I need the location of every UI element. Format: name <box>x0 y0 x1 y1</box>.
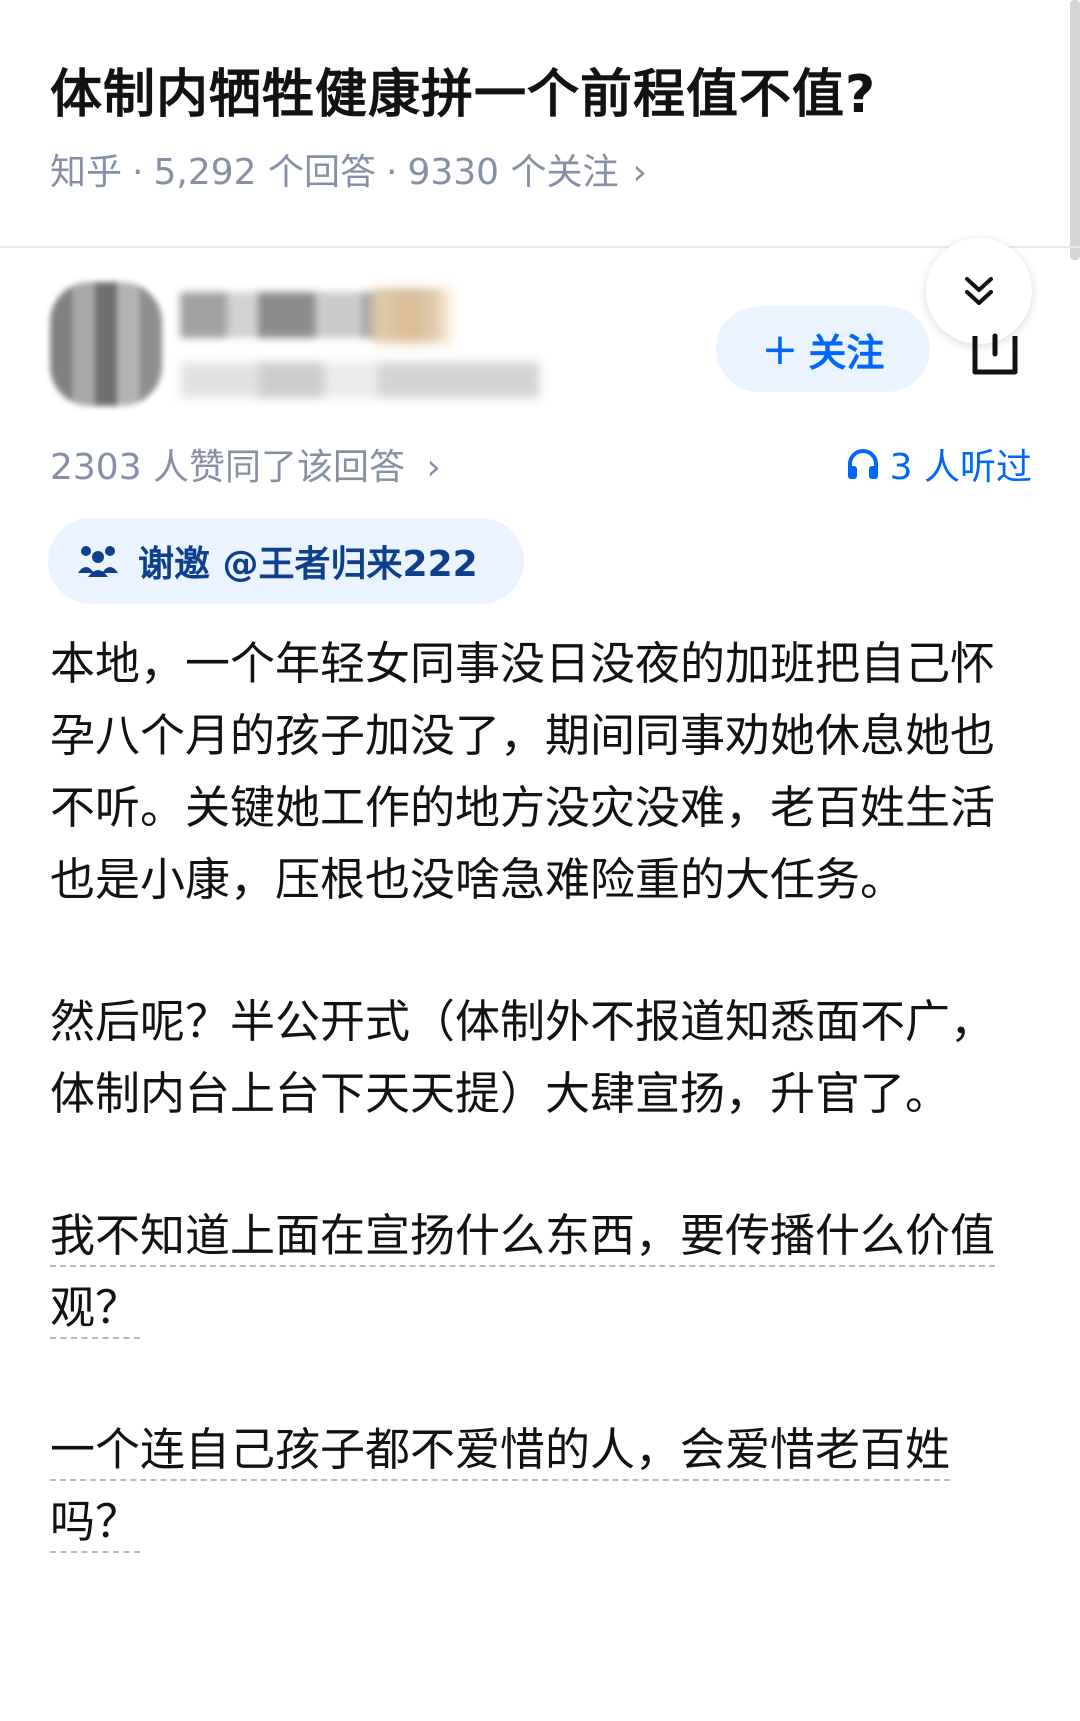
listened-label: 3 人听过 <box>889 447 1032 488</box>
meta-separator: · <box>385 152 398 193</box>
author-description-redacted <box>180 362 540 398</box>
answer-content: 本地，一个年轻女同事没日没夜的加班把自己怀孕八个月的孩子加没了，期间同事劝她休息… <box>50 628 1032 1628</box>
chevron-right-icon: › <box>426 447 441 488</box>
author-badge-redacted <box>372 288 452 344</box>
question-title[interactable]: 体制内牺牲健康拼一个前程值不值? <box>50 52 876 127</box>
source-label: 知乎 <box>50 152 123 193</box>
upvote-count: 2303 人赞同了该回答 <box>50 447 406 488</box>
invite-label: 谢邀 @王者归来222 <box>138 544 478 585</box>
answer-paragraph: 本地，一个年轻女同事没日没夜的加班把自己怀孕八个月的孩子加没了，期间同事劝她休息… <box>50 637 996 906</box>
follower-count: 9330 个关注 <box>407 152 619 193</box>
plus-icon: + <box>761 323 799 375</box>
question-header: 体制内牺牲健康拼一个前程值不值? 知乎 · 5,292 个回答 · 9330 个关注 › <box>0 0 1080 248</box>
upvote-summary[interactable]: 2303 人赞同了该回答 › <box>50 438 441 490</box>
avatar[interactable] <box>50 282 162 406</box>
answer-count: 5,292 个回答 <box>153 152 376 193</box>
answer-paragraph-highlighted[interactable]: 我不知道上面在宣扬什么东西，要传播什么价值观？ <box>50 1200 1032 1344</box>
follow-label: 关注 <box>808 330 885 375</box>
listened-count[interactable]: 3 人听过 <box>846 438 1032 490</box>
answer-paragraph-highlighted[interactable]: 一个连自己孩子都不爱惜的人，会爱惜老百姓吗？ <box>50 1414 1032 1558</box>
meta-separator: · <box>132 152 144 193</box>
invite-chip[interactable]: 谢邀 @王者归来222 <box>48 518 524 604</box>
follow-button[interactable]: + 关注 <box>716 306 930 392</box>
answer-paragraph: 然后呢？半公开式（体制外不报道知悉面不广，体制内台上台下天天提）大肆宣扬，升官了… <box>50 995 996 1120</box>
chevron-right-icon: › <box>632 152 647 193</box>
headphones-icon <box>847 449 878 479</box>
author-row: + 关注 <box>0 270 1080 420</box>
invite-icon <box>78 546 118 577</box>
stats-row: 2303 人赞同了该回答 › 3 人听过 <box>50 438 1032 488</box>
question-meta[interactable]: 知乎 · 5,292 个回答 · 9330 个关注 › <box>50 143 647 195</box>
